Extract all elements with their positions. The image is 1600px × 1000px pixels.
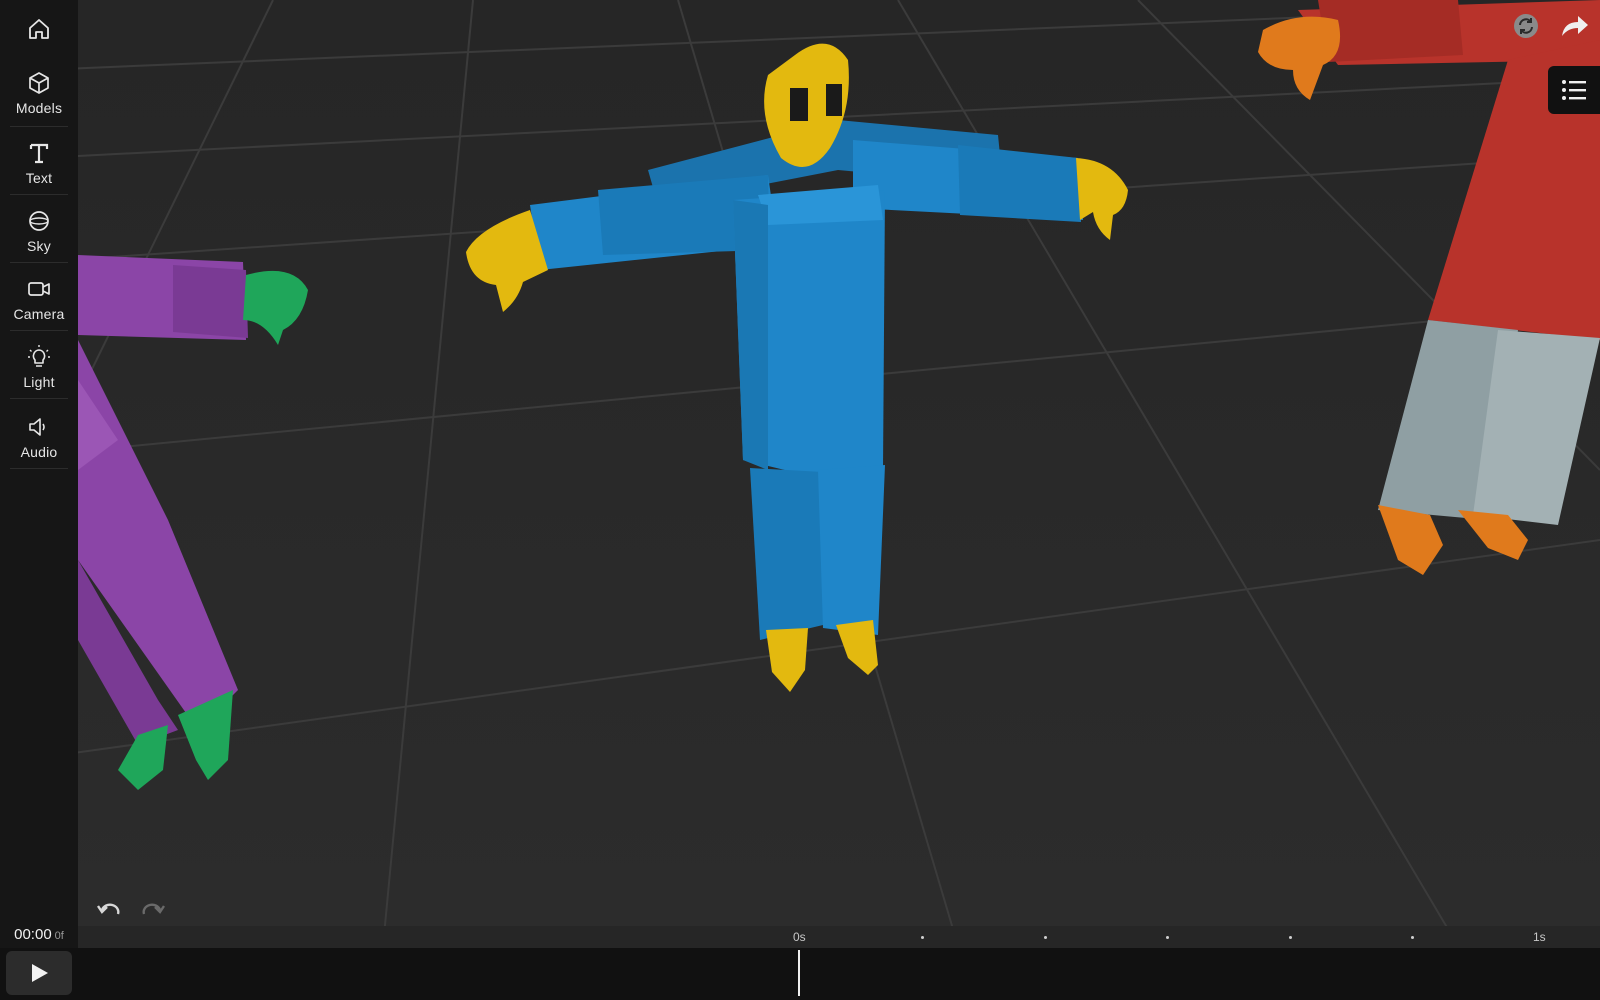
list-icon: [1562, 80, 1586, 100]
undo-icon[interactable]: [96, 898, 124, 920]
ruler-tick: [921, 936, 924, 939]
ruler-start-label: 0s: [793, 930, 806, 944]
sidebar-item-label: Sky: [27, 238, 51, 254]
sidebar-item-text[interactable]: Text: [0, 140, 78, 195]
sidebar-item-label: Light: [23, 374, 55, 390]
video-camera-icon: [28, 282, 50, 296]
sidebar-divider: [10, 468, 68, 469]
playhead[interactable]: [798, 950, 800, 996]
ruler-tick: [1289, 936, 1292, 939]
sidebar-divider: [10, 398, 68, 399]
sidebar-divider: [10, 126, 68, 127]
undo-redo-group: [96, 898, 166, 920]
lightbulb-icon: [28, 345, 50, 367]
frame-counter: 0f: [54, 930, 64, 942]
sidebar-divider: [10, 194, 68, 195]
timeline-track[interactable]: [0, 948, 1600, 1000]
app-window: Models Text Sky Camera Light Audio 00:00…: [0, 0, 1600, 1000]
scene-viewport[interactable]: [78, 0, 1600, 946]
redo-icon[interactable]: [138, 898, 166, 920]
sync-icon[interactable]: [1512, 12, 1540, 45]
home-icon: [29, 19, 49, 39]
timecode-readout: 00:00 0f: [0, 926, 78, 948]
sidebar-divider: [10, 330, 68, 331]
sidebar-item-light[interactable]: Light: [0, 344, 78, 399]
sidebar-item-label: Camera: [13, 306, 65, 322]
scene-canvas[interactable]: [78, 0, 1600, 946]
sidebar-item-label: Text: [25, 170, 53, 186]
outline-list-button[interactable]: [1548, 66, 1600, 114]
text-t-icon: [29, 143, 49, 164]
speaker-icon: [29, 418, 45, 436]
sidebar: Models Text Sky Camera Light Audio: [0, 0, 78, 946]
sidebar-item-sky[interactable]: Sky: [0, 208, 78, 263]
ruler-tick: [1044, 936, 1047, 939]
timeline-ruler[interactable]: 0s 1s: [78, 926, 1600, 948]
sphere-icon: [29, 211, 49, 231]
share-arrow-icon[interactable]: [1560, 12, 1590, 45]
sidebar-item-models[interactable]: Models: [0, 70, 78, 127]
ruler-tick: [1411, 936, 1414, 939]
sidebar-item-home[interactable]: [0, 16, 78, 42]
cube-icon: [29, 72, 49, 94]
play-button[interactable]: [6, 951, 72, 995]
sidebar-item-camera[interactable]: Camera: [0, 276, 78, 331]
timecode: 00:00: [14, 926, 52, 943]
ruler-tick: [1166, 936, 1169, 939]
play-icon: [32, 964, 48, 982]
ruler-end-label: 1s: [1533, 930, 1546, 944]
sidebar-item-label: Audio: [20, 444, 58, 460]
sidebar-item-label: Models: [15, 100, 63, 116]
sidebar-item-audio[interactable]: Audio: [0, 414, 78, 469]
sidebar-divider: [10, 262, 68, 263]
